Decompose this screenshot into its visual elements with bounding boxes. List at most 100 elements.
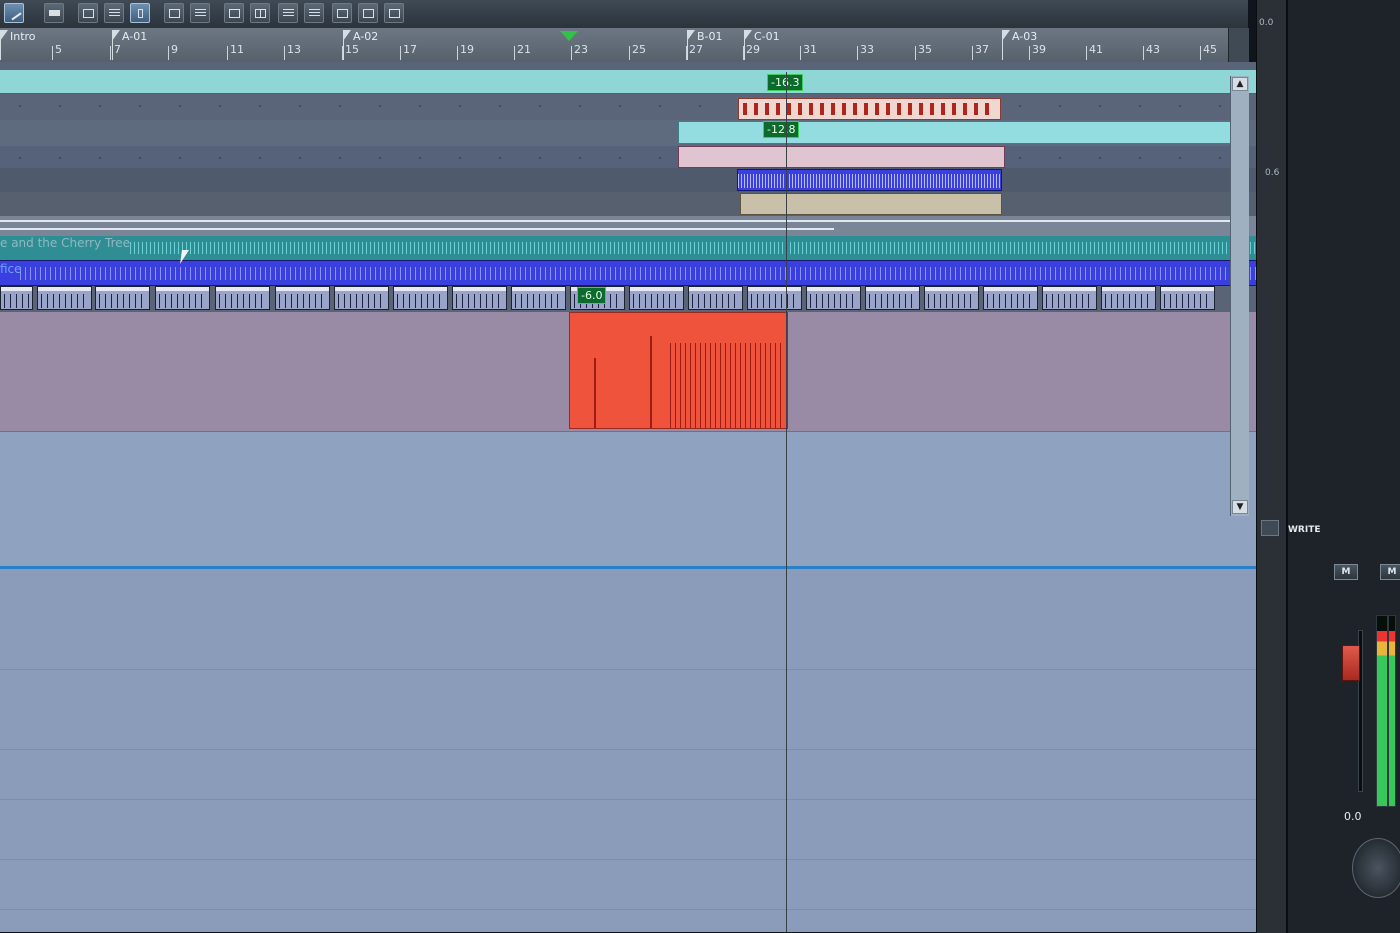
track-lane[interactable] <box>0 94 1256 120</box>
lines-icon[interactable] <box>304 3 324 23</box>
mixer-strip: WRITE M M 0.0 <box>1286 0 1400 933</box>
pattern-clip[interactable] <box>747 286 802 310</box>
bar-number: 11 <box>230 43 244 56</box>
bar-number: 43 <box>1146 43 1160 56</box>
marker-a-03[interactable]: A-03 <box>1002 30 1037 60</box>
track-lane[interactable] <box>0 168 1256 192</box>
snap-icon[interactable] <box>164 3 184 23</box>
clip-name: e and the Cherry Tree <box>0 236 131 250</box>
level-meter <box>1388 615 1396 807</box>
bar-number: 7 <box>114 43 121 56</box>
marker-a-02[interactable]: A-02 <box>343 30 378 60</box>
pattern-clip[interactable] <box>95 286 150 310</box>
audio-clip[interactable] <box>737 169 1002 191</box>
pattern-clip[interactable] <box>334 286 389 310</box>
pattern-clip[interactable] <box>688 286 743 310</box>
marker-a-01[interactable]: A-01 <box>112 30 147 60</box>
pattern-clip[interactable] <box>452 286 507 310</box>
volume-fader[interactable] <box>1342 645 1360 681</box>
marker-intro[interactable]: Intro <box>0 30 36 60</box>
automation-clip[interactable] <box>678 121 1234 144</box>
pattern-clip[interactable] <box>629 286 684 310</box>
view-split-icon[interactable] <box>224 3 244 23</box>
bar-number: 39 <box>1032 43 1046 56</box>
clip-icon[interactable] <box>130 3 150 23</box>
pattern-clip[interactable] <box>511 286 566 310</box>
pattern-clip[interactable] <box>275 286 330 310</box>
now-time-flag[interactable] <box>560 31 578 41</box>
bar-number: 37 <box>975 43 989 56</box>
track-view[interactable]: e and the Cherry Tree fice -12.8 -6.0 <box>0 62 1256 932</box>
track-lane[interactable] <box>0 216 1256 236</box>
pattern-clip[interactable] <box>865 286 920 310</box>
marker-c-01[interactable]: C-01 <box>744 30 780 60</box>
notation-icon[interactable] <box>78 3 98 23</box>
pattern-clip[interactable] <box>1160 286 1215 310</box>
mute-button[interactable]: M <box>1380 564 1400 580</box>
pattern-clip[interactable] <box>1101 286 1156 310</box>
piano-roll-icon[interactable] <box>104 3 124 23</box>
zoom-icon[interactable] <box>1261 520 1279 536</box>
pencil-icon[interactable] <box>4 3 24 23</box>
screen-icon[interactable] <box>358 3 378 23</box>
audio-lane[interactable]: fice <box>0 260 1256 286</box>
audio-clip[interactable] <box>740 193 1002 215</box>
pattern-clip[interactable] <box>983 286 1038 310</box>
midi-clip[interactable] <box>738 98 1001 120</box>
bar-number: 5 <box>55 43 62 56</box>
bar-number: 31 <box>803 43 817 56</box>
bar-number: 19 <box>460 43 474 56</box>
scroll-down-icon[interactable]: ▼ <box>1232 500 1248 514</box>
pattern-clip[interactable] <box>155 286 210 310</box>
inspector-strip: 0.0 0.6 <box>1256 0 1287 933</box>
list-icon[interactable] <box>190 3 210 23</box>
pattern-clip[interactable] <box>37 286 92 310</box>
track-lane[interactable] <box>0 192 1256 216</box>
grid-icon[interactable] <box>250 3 270 23</box>
bar-number: 21 <box>517 43 531 56</box>
audio-lane[interactable]: e and the Cherry Tree <box>0 236 1256 260</box>
bar-number: 15 <box>345 43 359 56</box>
selected-audio-clip[interactable] <box>569 312 788 429</box>
track-lane[interactable] <box>0 146 1256 168</box>
bar-number: 13 <box>287 43 301 56</box>
bar-number: 35 <box>918 43 932 56</box>
mute-button[interactable]: M <box>1334 564 1358 580</box>
bar-number: 45 <box>1203 43 1217 56</box>
pattern-clip[interactable] <box>806 286 861 310</box>
automation-value: -12.8 <box>763 121 800 138</box>
timeline-ruler[interactable]: Intro A-01 A-02 B-01 C-01 A-03 5 7 9 11 … <box>0 28 1228 63</box>
bar-number: 41 <box>1089 43 1103 56</box>
bar-number: 27 <box>689 43 703 56</box>
automation-lane[interactable] <box>0 70 1256 94</box>
inspector-value: 0.0 <box>1259 18 1274 28</box>
pattern-clip[interactable] <box>924 286 979 310</box>
bar-number: 23 <box>574 43 588 56</box>
track-scrollbar[interactable]: ▲ ▼ <box>1230 76 1249 516</box>
ruler-zoom-buttons[interactable] <box>1228 28 1249 62</box>
eraser-icon[interactable] <box>44 3 64 23</box>
loop-icon[interactable] <box>332 3 352 23</box>
pan-knob-icon[interactable] <box>1352 838 1400 898</box>
pattern-clip[interactable] <box>0 286 33 310</box>
window-icon[interactable] <box>384 3 404 23</box>
fader-value: 0.0 <box>1344 810 1362 823</box>
pattern-clip[interactable] <box>393 286 448 310</box>
menu-icon[interactable] <box>278 3 298 23</box>
empty-track-area[interactable] <box>0 432 1256 566</box>
bar-number: 25 <box>632 43 646 56</box>
bar-number: 17 <box>403 43 417 56</box>
bar-number: 9 <box>171 43 178 56</box>
pattern-clip[interactable] <box>215 286 270 310</box>
write-label[interactable]: WRITE <box>1288 525 1321 535</box>
scroll-up-icon[interactable]: ▲ <box>1232 77 1248 91</box>
bus-pane[interactable] <box>0 569 1256 932</box>
clip-name: fice <box>0 262 22 276</box>
automation-value: -6.0 <box>577 287 607 304</box>
marker-b-01[interactable]: B-01 <box>687 30 723 60</box>
midi-clip[interactable] <box>678 146 1005 168</box>
bar-number: 29 <box>746 43 760 56</box>
inspector-value: 0.6 <box>1265 168 1280 178</box>
pattern-clip[interactable] <box>1042 286 1097 310</box>
pattern-lane[interactable] <box>0 286 1256 312</box>
